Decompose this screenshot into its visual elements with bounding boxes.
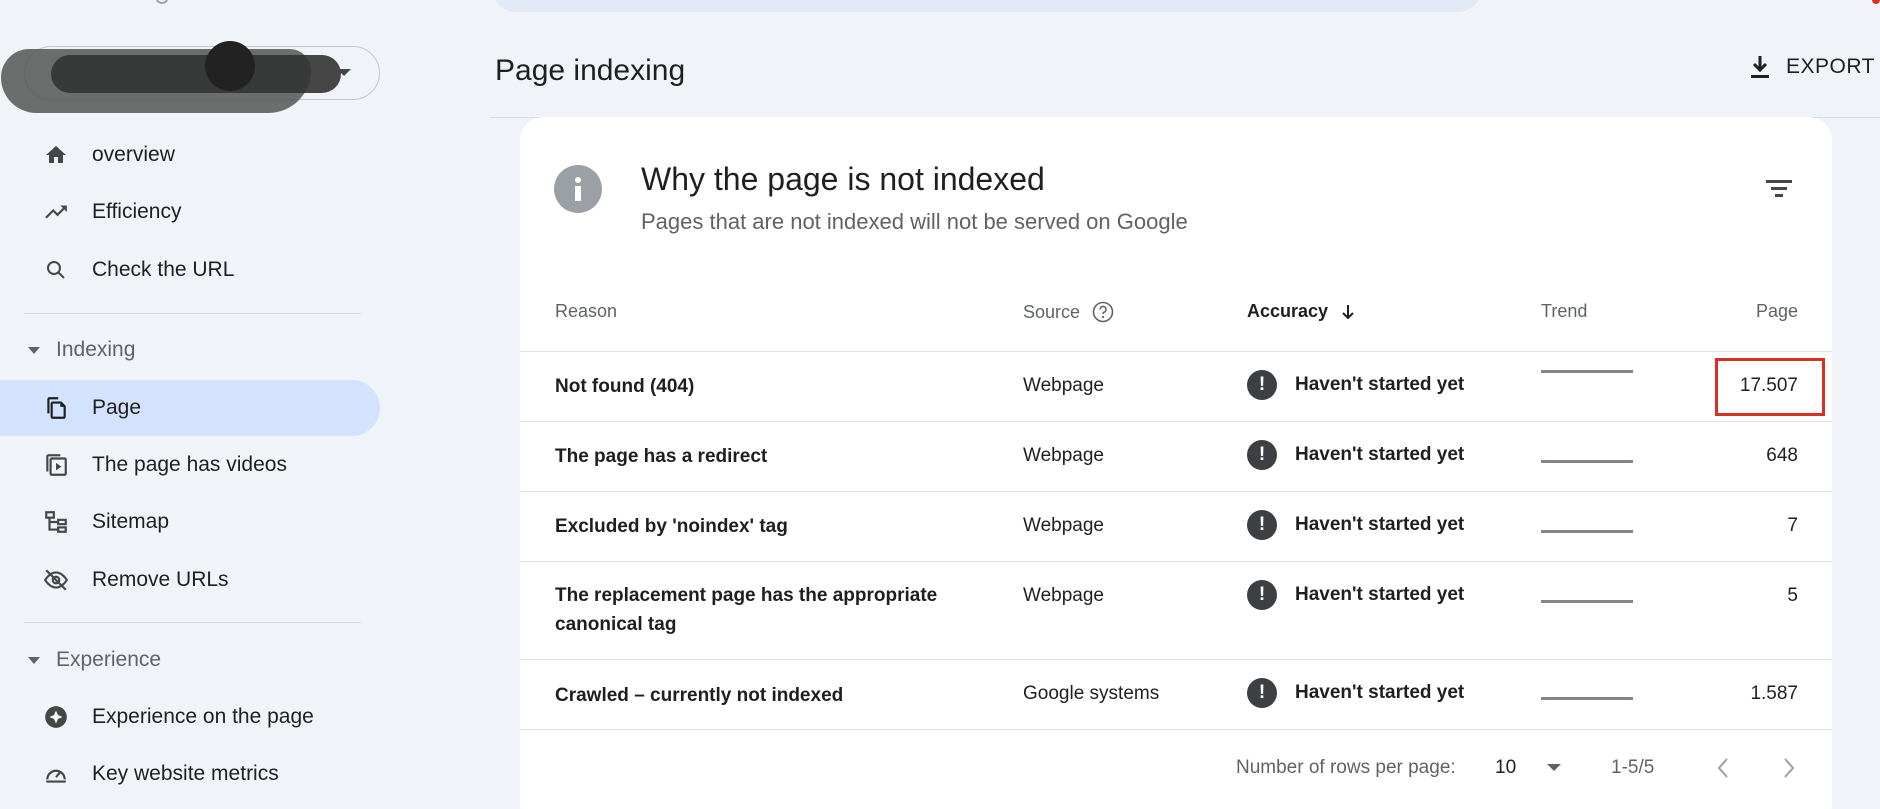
section-experience[interactable]: Experience	[28, 648, 161, 672]
table-divider	[520, 729, 1832, 730]
sidebar-item-page[interactable]: Page	[0, 380, 380, 436]
column-header-trend[interactable]: Trend	[1541, 301, 1587, 322]
trend-sparkline	[1541, 460, 1633, 463]
column-header-source[interactable]: Source	[1023, 301, 1114, 323]
table-row-source: Webpage	[1023, 515, 1104, 536]
section-indexing[interactable]: Indexing	[28, 338, 135, 362]
search-icon	[42, 256, 70, 284]
not-indexed-card: Why the page is not indexed Pages that a…	[520, 117, 1832, 809]
table-divider	[520, 351, 1832, 352]
sidebar: overview Efficiency Check the URL Indexi…	[0, 0, 400, 809]
dropdown-arrow-icon	[337, 69, 351, 76]
table-row-reason[interactable]: The replacement page has the appropriate…	[555, 581, 975, 639]
export-button[interactable]: EXPORT	[1748, 54, 1875, 80]
column-header-reason[interactable]: Reason	[555, 301, 617, 322]
trend-sparkline	[1541, 530, 1633, 533]
column-header-page[interactable]: Page	[1756, 301, 1798, 322]
highlight-box	[1715, 358, 1825, 416]
table-row-reason[interactable]: The page has a redirect	[555, 442, 975, 471]
trend-sparkline	[1541, 697, 1633, 700]
filter-icon[interactable]	[1764, 175, 1794, 201]
table-divider	[520, 491, 1832, 492]
sidebar-item-remove-urls[interactable]: Remove URLs	[24, 552, 380, 608]
table-row-accuracy: ! Haven't started yet	[1247, 580, 1464, 610]
video-page-icon	[42, 451, 70, 479]
table-row-reason[interactable]: Excluded by 'noindex' tag	[555, 512, 975, 541]
sidebar-item-efficiency[interactable]: Efficiency	[24, 184, 380, 240]
notification-dot	[1872, 0, 1880, 4]
trend-sparkline	[1541, 600, 1633, 603]
trend-sparkline	[1541, 370, 1633, 373]
table-divider	[520, 659, 1832, 660]
table-row-accuracy: ! Haven't started yet	[1247, 370, 1464, 400]
sidebar-item-videos[interactable]: The page has videos	[24, 437, 380, 493]
prev-page-button[interactable]	[1716, 757, 1730, 779]
eye-off-icon	[42, 566, 70, 594]
speed-gauge-icon	[42, 760, 70, 788]
redaction-scribble	[205, 41, 255, 91]
sidebar-item-core-web-vitals[interactable]: Key website metrics	[24, 746, 380, 802]
experience-star-icon	[42, 703, 70, 731]
info-icon	[554, 165, 602, 213]
collapse-arrow-icon	[28, 346, 40, 354]
table-row-source: Webpage	[1023, 445, 1104, 466]
sitemap-icon	[42, 508, 70, 536]
sort-down-arrow-icon	[1342, 304, 1354, 319]
table-row-accuracy: ! Haven't started yet	[1247, 440, 1464, 470]
card-subtitle: Pages that are not indexed will not be s…	[641, 209, 1188, 234]
exclamation-icon: !	[1247, 510, 1277, 540]
property-selector[interactable]	[1, 41, 380, 113]
dropdown-arrow-icon	[1547, 764, 1562, 771]
redaction-scribble	[51, 55, 341, 93]
table-row-source: Google systems	[1023, 683, 1160, 704]
exclamation-icon: !	[1247, 370, 1277, 400]
top-search-bar[interactable]	[492, 0, 1482, 12]
table-row-reason[interactable]: Not found (404)	[555, 372, 975, 401]
table-divider	[520, 421, 1832, 422]
rows-per-page-label: Number of rows per page:	[1236, 757, 1456, 778]
table-row-source: Webpage	[1023, 375, 1104, 396]
table-row-reason[interactable]: Crawled – currently not indexed	[555, 681, 975, 710]
sidebar-divider	[24, 622, 361, 623]
table-row-count: 648	[1766, 445, 1798, 466]
pages-icon	[42, 394, 70, 422]
page-title: Page indexing	[495, 54, 686, 87]
table-row-count: 1.587	[1750, 683, 1798, 704]
sidebar-item-sitemap[interactable]: Sitemap	[24, 494, 380, 550]
sidebar-item-check-url[interactable]: Check the URL	[24, 242, 380, 298]
home-icon	[42, 141, 70, 169]
next-page-button[interactable]	[1782, 757, 1796, 779]
collapse-arrow-icon	[28, 656, 40, 664]
trending-up-icon	[42, 198, 70, 226]
table-row-accuracy: ! Haven't started yet	[1247, 678, 1464, 708]
sidebar-item-page-experience[interactable]: Experience on the page	[24, 689, 380, 745]
column-header-accuracy[interactable]: Accuracy	[1247, 301, 1356, 322]
table-row-source: Webpage	[1023, 585, 1104, 606]
help-icon[interactable]	[1092, 301, 1114, 323]
exclamation-icon: !	[1247, 678, 1277, 708]
chevron-right-icon	[1784, 758, 1795, 778]
page-range: 1-5/5	[1611, 757, 1655, 778]
chevron-left-icon	[1717, 758, 1728, 778]
sidebar-divider	[24, 313, 361, 314]
table-divider	[520, 561, 1832, 562]
exclamation-icon: !	[1247, 440, 1277, 470]
table-row-count: 5	[1787, 585, 1798, 606]
card-title: Why the page is not indexed	[641, 161, 1045, 197]
download-icon	[1751, 56, 1769, 78]
rows-per-page-select[interactable]: 10	[1495, 757, 1562, 779]
table-row-count: 7	[1787, 515, 1798, 536]
sidebar-item-overview[interactable]: overview	[24, 127, 380, 183]
table-row-accuracy: ! Haven't started yet	[1247, 510, 1464, 540]
exclamation-icon: !	[1247, 580, 1277, 610]
